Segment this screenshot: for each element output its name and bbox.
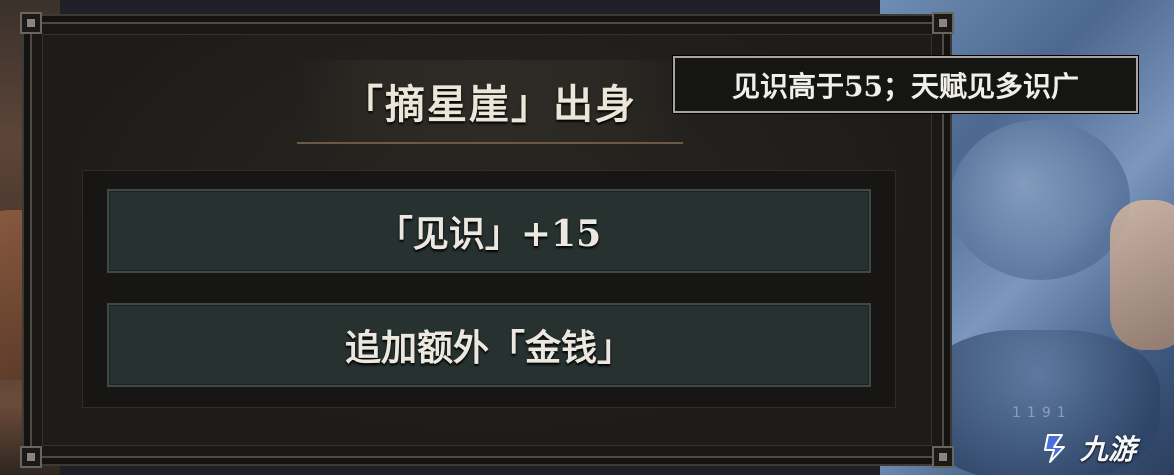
option-label: 「见识」+15 bbox=[376, 213, 602, 255]
option-insight-bonus[interactable]: 「见识」+15 bbox=[107, 189, 871, 273]
site-watermark: 九游 bbox=[1040, 426, 1136, 470]
faint-watermark-text: 1191 bbox=[1012, 405, 1072, 421]
corner-ornament-icon bbox=[20, 12, 42, 34]
tooltip-text: 见识高于55；天赋见多识广 bbox=[732, 69, 1079, 103]
character-right-hand bbox=[1110, 200, 1174, 350]
option-extra-money[interactable]: 追加额外「金钱」 bbox=[107, 303, 871, 387]
corner-ornament-icon bbox=[20, 446, 42, 468]
corner-ornament-icon bbox=[932, 446, 954, 468]
corner-ornament-icon bbox=[932, 12, 954, 34]
watermark-text: 九游 bbox=[1080, 433, 1137, 466]
robe-fold bbox=[950, 120, 1130, 280]
options-box: 「见识」+15 追加额外「金钱」 bbox=[82, 170, 896, 408]
option-label: 追加额外「金钱」 bbox=[344, 327, 633, 369]
requirement-tooltip: 见识高于55；天赋见多识广 bbox=[673, 56, 1138, 113]
title-plate: 「摘星崖」出身 bbox=[297, 60, 683, 144]
jiuyou-logo-icon bbox=[1040, 431, 1074, 465]
panel-title: 「摘星崖」出身 bbox=[343, 81, 637, 128]
